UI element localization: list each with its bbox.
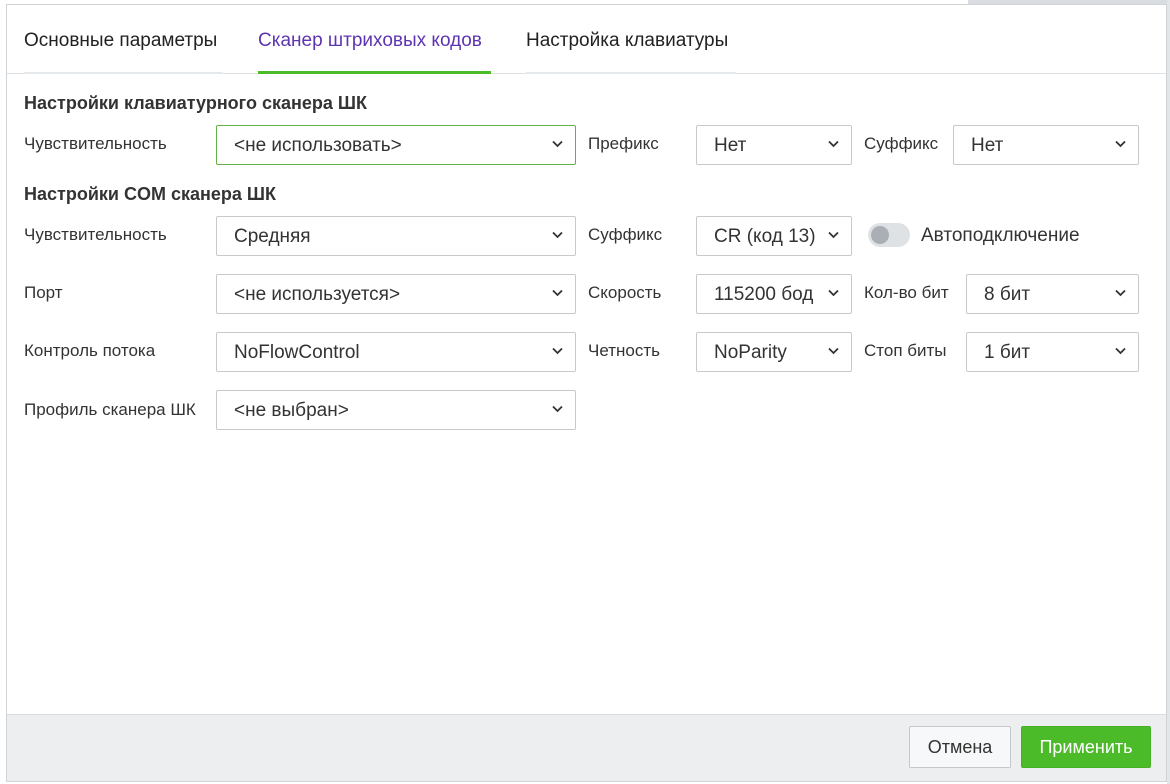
autoconnect-toggle[interactable] xyxy=(868,223,910,247)
port-select[interactable]: <не используется> xyxy=(216,274,576,314)
dialog-footer: Отмена Применить xyxy=(7,714,1166,781)
chevron-down-icon xyxy=(828,347,839,355)
flow-control-label: Контроль потока xyxy=(24,341,156,360)
chevron-down-icon xyxy=(828,289,839,297)
com-scanner-section-title: Настройки COM сканера ШК xyxy=(24,184,276,204)
stop-bits-label: Стоп биты xyxy=(864,341,947,360)
bits-select[interactable]: 8 бит xyxy=(966,274,1139,314)
stop-bits-select[interactable]: 1 бит xyxy=(966,332,1139,372)
chevron-down-icon xyxy=(1115,140,1126,148)
select-value: CR (код 13) xyxy=(714,226,816,247)
apply-button[interactable]: Применить xyxy=(1021,726,1151,768)
tab-underline xyxy=(24,72,223,74)
tab-label: Настройка клавиатуры xyxy=(526,30,729,51)
speed-label: Скорость xyxy=(588,283,662,302)
toggle-knob xyxy=(871,226,889,244)
scanner-settings-dialog: Основные параметры Сканер штриховых кодо… xyxy=(6,4,1167,782)
tab-active-indicator xyxy=(258,71,491,74)
chevron-down-icon xyxy=(828,231,839,239)
select-value: <не используется> xyxy=(234,284,401,305)
tab-label: Основные параметры xyxy=(24,30,218,51)
chevron-down-icon xyxy=(1115,289,1126,297)
kb-suffix-select[interactable]: Нет xyxy=(953,125,1139,165)
scanner-profile-select[interactable]: <не выбран> xyxy=(216,390,576,430)
com-suffix-select[interactable]: CR (код 13) xyxy=(696,216,852,256)
select-value: 8 бит xyxy=(984,284,1031,305)
speed-select[interactable]: 115200 бод xyxy=(696,274,852,314)
chevron-down-icon xyxy=(1115,347,1126,355)
chevron-down-icon xyxy=(552,231,563,239)
chevron-down-icon xyxy=(552,347,563,355)
tab-main-parameters[interactable]: Основные параметры xyxy=(24,5,223,74)
select-value: 115200 бод xyxy=(714,284,814,305)
cancel-button[interactable]: Отмена xyxy=(909,726,1011,768)
parity-label: Четность xyxy=(588,341,660,360)
select-value: <не выбран> xyxy=(234,400,349,421)
chevron-down-icon xyxy=(552,140,563,148)
flow-control-select[interactable]: NoFlowControl xyxy=(216,332,576,372)
kb-suffix-label: Суффикс xyxy=(864,134,939,153)
port-label: Порт xyxy=(24,283,63,302)
select-value: 1 бит xyxy=(984,342,1031,363)
keyboard-scanner-section-title: Настройки клавиатурного сканера ШК xyxy=(24,93,367,113)
select-value: NoParity xyxy=(714,342,787,363)
kb-sensitivity-select[interactable]: <не использовать> xyxy=(216,125,576,165)
com-sensitivity-select[interactable]: Средняя xyxy=(216,216,576,256)
kb-prefix-select[interactable]: Нет xyxy=(696,125,852,165)
chevron-down-icon xyxy=(828,140,839,148)
select-value: Средняя xyxy=(234,226,311,247)
chevron-down-icon xyxy=(552,405,563,413)
tab-underline xyxy=(526,72,736,74)
parity-select[interactable]: NoParity xyxy=(696,332,852,372)
select-value: NoFlowControl xyxy=(234,342,360,363)
kb-sensitivity-label: Чувствительность xyxy=(24,134,167,153)
kb-prefix-label: Префикс xyxy=(588,134,659,153)
tab-bar: Основные параметры Сканер штриховых кодо… xyxy=(7,5,1166,74)
chevron-down-icon xyxy=(552,289,563,297)
com-suffix-label: Суффикс xyxy=(588,225,663,244)
select-value: Нет xyxy=(714,135,747,156)
bits-label: Кол-во бит xyxy=(864,283,949,302)
select-value: Нет xyxy=(971,135,1004,156)
tab-keyboard-settings[interactable]: Настройка клавиатуры xyxy=(526,5,736,74)
select-value: <не использовать> xyxy=(234,135,402,156)
autoconnect-label[interactable]: Автоподключение xyxy=(921,225,1080,247)
com-sensitivity-label: Чувствительность xyxy=(24,225,167,244)
tab-barcode-scanner[interactable]: Сканер штриховых кодов xyxy=(258,5,491,74)
tab-label: Сканер штриховых кодов xyxy=(258,30,482,51)
scanner-profile-label: Профиль сканера ШК xyxy=(24,400,196,419)
